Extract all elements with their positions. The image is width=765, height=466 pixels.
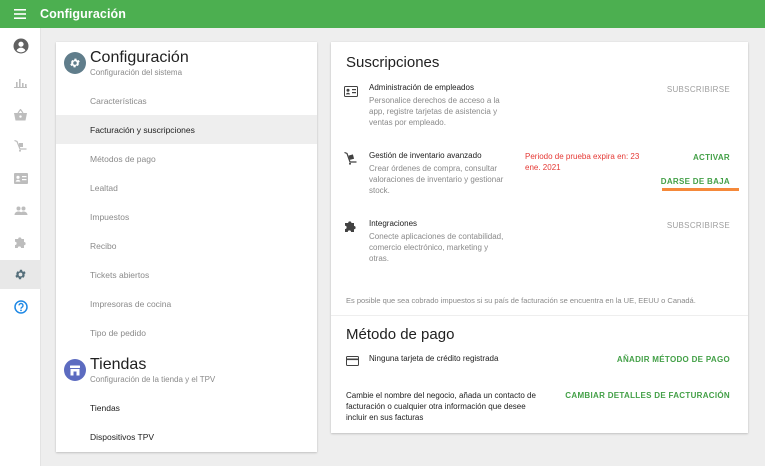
credit-card-icon xyxy=(346,353,359,371)
nav-item-loyalty[interactable]: Lealtad xyxy=(56,173,317,202)
reports-icon[interactable] xyxy=(0,68,41,97)
top-app-bar: Configuración xyxy=(0,0,765,28)
nav-item-receipt[interactable]: Recibo xyxy=(56,231,317,260)
unsubscribe-inventory-button[interactable]: DARSE DE BAJA xyxy=(661,177,730,186)
help-icon[interactable] xyxy=(0,292,41,321)
account-icon[interactable] xyxy=(0,31,41,60)
settings-gear-icon xyxy=(64,52,86,74)
trial-expiry-text: Periodo de prueba expira en: 23 ene. 202… xyxy=(525,152,640,172)
billing-card: Suscripciones Administración de empleado… xyxy=(331,42,748,433)
subscription-description: Personalice derechos de acceso a la app,… xyxy=(369,96,500,127)
change-billing-details-button[interactable]: CAMBIAR DETALLES DE FACTURACIÓN xyxy=(565,391,730,400)
nav-item-taxes[interactable]: Impuestos xyxy=(56,202,317,231)
page-title: Configuración xyxy=(40,7,127,21)
nav-item-features[interactable]: Características xyxy=(56,86,317,115)
integrations-puzzle-icon[interactable] xyxy=(0,228,41,257)
tax-note: Es posible que sea cobrado impuestos si … xyxy=(346,296,696,305)
inventory-icon[interactable] xyxy=(0,131,41,160)
nav-item-order-type[interactable]: Tipo de pedido xyxy=(56,318,317,347)
settings-section-title: Configuración xyxy=(90,49,189,66)
employees-card-icon[interactable] xyxy=(0,164,41,193)
customers-icon[interactable] xyxy=(0,196,41,225)
items-basket-icon[interactable] xyxy=(0,100,41,129)
subscribe-integrations-button[interactable]: SUBSCRIBIRSE xyxy=(667,221,730,230)
stores-section-header: Tiendas Configuración de la tienda y el … xyxy=(56,349,317,393)
billing-details-text: Cambie el nombre del negocio, añada un c… xyxy=(346,391,536,422)
subscription-name: Gestión de inventario avanzado xyxy=(369,151,482,160)
no-card-text: Ninguna tarjeta de crédito registrada xyxy=(369,354,499,363)
nav-item-stores[interactable]: Tiendas xyxy=(56,393,317,422)
add-payment-method-button[interactable]: AÑADIR MÉTODO DE PAGO xyxy=(617,355,730,364)
settings-section-header: Configuración Configuración del sistema xyxy=(56,42,317,86)
settings-section-subtitle: Configuración del sistema xyxy=(90,68,183,77)
puzzle-icon xyxy=(344,220,360,234)
nav-item-kitchen-printers[interactable]: Impresoras de cocina xyxy=(56,289,317,318)
settings-gear-icon[interactable] xyxy=(0,260,41,289)
subscription-description: Conecte aplicaciones de contabilidad, co… xyxy=(369,232,504,263)
hamburger-menu-icon[interactable] xyxy=(0,0,40,28)
employee-card-icon xyxy=(344,84,360,98)
nav-item-open-tickets[interactable]: Tickets abiertos xyxy=(56,260,317,289)
subscription-description: Crear órdenes de compra, consultar valor… xyxy=(369,164,504,195)
store-icon xyxy=(64,359,86,381)
nav-item-pos-devices[interactable]: Dispositivos TPV xyxy=(56,422,317,451)
navigation-rail xyxy=(0,28,41,466)
nav-item-billing-subscriptions[interactable]: Facturación y suscripciones xyxy=(56,115,317,144)
stores-section-subtitle: Configuración de la tienda y el TPV xyxy=(90,375,216,384)
subscription-name: Administración de empleados xyxy=(369,83,474,92)
payment-method-title: Método de pago xyxy=(346,326,455,343)
activate-inventory-button[interactable]: ACTIVAR xyxy=(693,153,730,162)
inventory-cart-icon xyxy=(344,151,360,166)
nav-item-payment-methods[interactable]: Métodos de pago xyxy=(56,144,317,173)
subscription-name: Integraciones xyxy=(369,219,418,228)
unsubscribe-highlight xyxy=(662,188,739,191)
stores-section-title: Tiendas xyxy=(90,356,147,373)
section-divider xyxy=(331,315,748,316)
subscriptions-title: Suscripciones xyxy=(346,54,440,71)
subscribe-employees-button[interactable]: SUBSCRIBIRSE xyxy=(667,85,730,94)
settings-menu-card: Configuración Configuración del sistema … xyxy=(56,42,317,452)
